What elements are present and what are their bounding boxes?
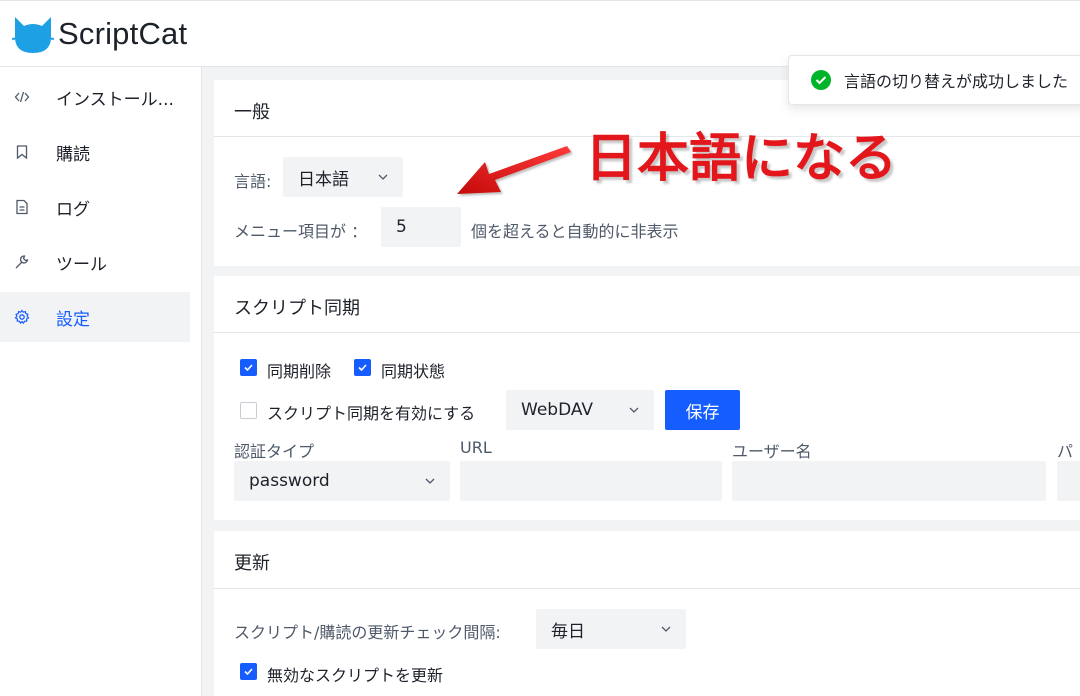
- gear-icon: [14, 309, 30, 325]
- password-label: パ: [1057, 442, 1074, 461]
- menu-items-label: メニュー項目が ：: [234, 222, 368, 241]
- card-title: 一般: [234, 102, 270, 123]
- sidebar-item-label: インストール...: [56, 89, 174, 110]
- update-disabled-label: 無効なスクリプトを更新: [267, 666, 444, 685]
- enable-sync-checkbox[interactable]: [240, 402, 257, 419]
- save-button[interactable]: 保存: [665, 390, 740, 430]
- success-toast: 言語の切り替えが成功しました: [788, 55, 1080, 105]
- file-icon: [14, 199, 30, 215]
- sync-type-select[interactable]: WebDAV: [506, 390, 654, 430]
- language-select-value: 日本語: [298, 169, 349, 190]
- chevron-down-icon: [378, 174, 388, 180]
- check-icon: [244, 668, 253, 676]
- url-label: URL: [460, 438, 492, 457]
- username-input[interactable]: [732, 461, 1046, 501]
- chevron-down-icon: [629, 407, 639, 413]
- sidebar-item-settings[interactable]: 設定: [0, 292, 190, 342]
- sidebar-item-subscribe[interactable]: 購読: [0, 127, 190, 177]
- card-title: 更新: [234, 553, 270, 574]
- wrench-icon: [14, 254, 30, 270]
- check-circle-icon: [811, 70, 831, 90]
- sync-state-label: 同期状態: [381, 362, 446, 381]
- divider: [214, 332, 1080, 333]
- sync-type-value: WebDAV: [521, 400, 594, 420]
- username-label: ユーザー名: [732, 442, 812, 461]
- sync-state-checkbox[interactable]: [354, 359, 371, 376]
- auth-type-label: 認証タイプ: [234, 442, 315, 461]
- scriptcat-logo-icon: [12, 17, 54, 53]
- divider: [214, 588, 1080, 589]
- sidebar-item-tools[interactable]: ツール: [0, 237, 190, 287]
- sidebar-item-label: ツール: [56, 254, 107, 275]
- auth-type-value: password: [249, 471, 330, 491]
- sync-delete-label: 同期削除: [267, 362, 332, 381]
- app-title: ScriptCat: [58, 16, 188, 51]
- script-sync-card: スクリプト同期 同期削除 同期状態 スクリプト同期を有効にする WebDAV 保…: [214, 276, 1080, 520]
- chevron-down-icon: [661, 626, 671, 632]
- sidebar-item-log[interactable]: ログ: [0, 182, 190, 232]
- bookmark-icon: [14, 144, 30, 160]
- password-input[interactable]: [1057, 461, 1080, 501]
- chevron-down-icon: [425, 478, 435, 484]
- annotation-arrow-icon: [457, 146, 571, 194]
- update-interval-select[interactable]: 毎日: [536, 609, 686, 649]
- update-interval-value: 毎日: [551, 621, 585, 642]
- language-select[interactable]: 日本語: [283, 157, 403, 197]
- update-settings-card: 更新 スクリプト/購読の更新チェック間隔: 毎日 無効なスクリプトを更新: [214, 531, 1080, 696]
- check-icon: [244, 364, 253, 372]
- update-disabled-checkbox[interactable]: [240, 663, 257, 680]
- update-interval-label: スクリプト/購読の更新チェック間隔:: [234, 623, 501, 642]
- toast-message: 言語の切り替えが成功しました: [844, 72, 1069, 91]
- sidebar-item-installed[interactable]: インストール...: [0, 72, 190, 122]
- language-label: 言語:: [234, 172, 272, 191]
- sidebar-item-label: ログ: [56, 199, 90, 220]
- card-title: スクリプト同期: [234, 298, 360, 319]
- check-icon: [358, 364, 367, 372]
- annotation-text: 日本語になる: [585, 129, 898, 189]
- code-icon: [14, 89, 30, 105]
- enable-sync-label: スクリプト同期を有効にする: [267, 404, 476, 423]
- auth-type-select[interactable]: password: [234, 461, 450, 501]
- url-input[interactable]: [460, 461, 722, 501]
- sidebar: インストール... 購読 ログ ツール 設定: [0, 67, 202, 696]
- menu-items-input[interactable]: 5: [381, 207, 461, 247]
- menu-items-suffix: 個を超えると自動的に非表示: [471, 222, 679, 241]
- sync-delete-checkbox[interactable]: [240, 359, 257, 376]
- sidebar-item-label: 設定: [56, 309, 90, 330]
- sidebar-item-label: 購読: [56, 144, 90, 165]
